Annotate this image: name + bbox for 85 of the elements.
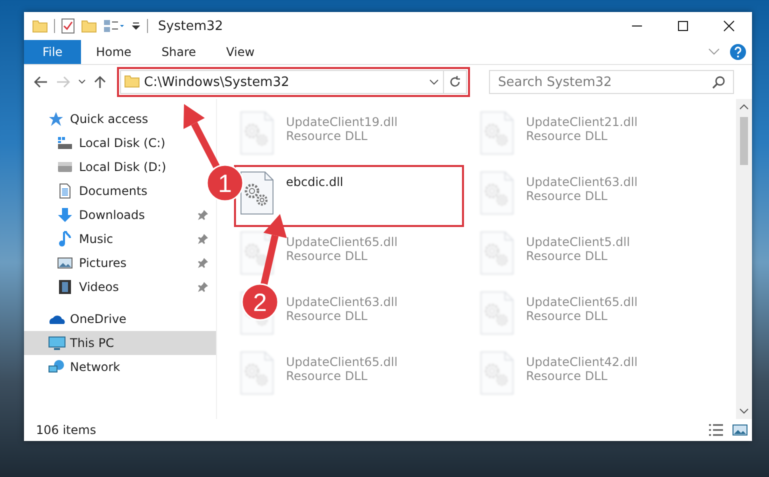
up-button[interactable] [94, 75, 106, 89]
ribbon-tab[interactable]: View [211, 40, 270, 64]
details-view-icon[interactable] [708, 423, 724, 437]
file-type: Resource DLL [526, 189, 608, 203]
callout-arrow [183, 104, 221, 170]
picture-icon [57, 255, 75, 271]
maximize-icon [677, 20, 689, 32]
sidebar-item[interactable]: Pictures [24, 251, 216, 275]
up-arrow-icon [94, 75, 106, 89]
file-name: UpdateClient42.dll [526, 355, 638, 369]
file-type: Resource DLL [526, 249, 608, 263]
file-item[interactable]: ebcdic.dll [236, 167, 462, 225]
chevron-down-icon [429, 79, 439, 85]
file-name: UpdateClient65.dll [286, 355, 398, 369]
customize-toolbar-icon[interactable] [131, 21, 141, 31]
address-path: C:\Windows\System32 [143, 74, 290, 90]
network-icon [48, 359, 66, 375]
file-name: UpdateClient63.dll [286, 295, 398, 309]
folder-icon [124, 72, 140, 88]
sidebar-item[interactable]: Quick access [24, 107, 148, 131]
sidebar-item[interactable]: Music [24, 227, 216, 251]
dll-file-icon [480, 231, 514, 275]
scrollbar-thumb[interactable] [740, 117, 748, 165]
search-field[interactable]: Search System32 [489, 70, 734, 94]
item-count: 106 items [36, 423, 96, 437]
help-icon[interactable] [730, 44, 746, 60]
file-name: UpdateClient5.dll [526, 235, 630, 249]
file-type: Resource DLL [286, 369, 368, 383]
chevron-down-icon [78, 79, 86, 85]
file-type: Resource DLL [526, 309, 608, 323]
properties-icon[interactable] [61, 18, 75, 34]
file-type: Resource DLL [526, 129, 608, 143]
ribbon-tab[interactable]: Home [81, 40, 146, 64]
search-icon [712, 75, 726, 89]
file-name: UpdateClient65.dll [526, 295, 638, 309]
file-name: UpdateClient65.dll [286, 235, 398, 249]
folder-icon [32, 18, 48, 34]
sidebar-item[interactable]: This PC [24, 331, 216, 355]
dll-file-icon [480, 351, 514, 395]
step-marker [241, 283, 279, 321]
expand-ribbon-icon[interactable] [708, 48, 720, 56]
back-arrow-icon [34, 76, 48, 88]
file-name: UpdateClient21.dll [526, 115, 638, 129]
sidebar-item[interactable]: Documents [24, 179, 166, 203]
back-button[interactable] [34, 76, 48, 88]
refresh-icon [448, 75, 462, 89]
file-type: Resource DLL [286, 129, 368, 143]
sidebar-item[interactable]: Videos [24, 275, 216, 299]
close-icon [723, 20, 735, 32]
window-title: System32 [158, 18, 224, 34]
drive-icon [57, 159, 75, 175]
step-number: 1 [218, 170, 232, 198]
file-name: UpdateClient63.dll [526, 175, 638, 189]
file-type: Resource DLL [286, 309, 368, 323]
dll-file-icon [240, 171, 274, 215]
dll-file-icon [480, 291, 514, 335]
dll-file-icon [240, 351, 274, 395]
pc-icon [48, 335, 66, 351]
large-icons-view-icon[interactable] [732, 423, 748, 437]
sidebar-item[interactable]: Network [24, 355, 120, 379]
chevron-down-icon [739, 408, 749, 414]
dll-file-icon [480, 171, 514, 215]
sidebar-item[interactable]: Local Disk (D:) [24, 155, 184, 179]
drive-win-icon [57, 135, 75, 151]
file-type: Resource DLL [526, 369, 608, 383]
recent-locations-button[interactable] [78, 79, 86, 85]
step-marker [206, 164, 244, 202]
file-type: Resource DLL [286, 249, 368, 263]
file-tab[interactable]: File [24, 40, 81, 64]
step-number: 2 [253, 289, 267, 317]
view-options-icon[interactable] [103, 19, 125, 33]
new-folder-icon [81, 18, 97, 34]
sidebar-item[interactable]: Downloads [24, 203, 216, 227]
file-name: ebcdic.dll [286, 175, 344, 189]
ribbon-tab[interactable]: Share [146, 40, 212, 64]
forward-arrow-icon [56, 76, 70, 88]
dll-file-icon [480, 111, 514, 155]
address-bar[interactable]: C:\Windows\System32 [120, 70, 467, 94]
download-icon [57, 207, 75, 223]
file-name: UpdateClient19.dll [286, 115, 398, 129]
sidebar-item[interactable]: OneDrive [24, 307, 126, 331]
sidebar-item[interactable]: Local Disk (C:) [24, 131, 184, 155]
dll-file-icon [240, 111, 274, 155]
chevron-up-icon [739, 104, 749, 110]
dll-file-icon [240, 231, 274, 275]
